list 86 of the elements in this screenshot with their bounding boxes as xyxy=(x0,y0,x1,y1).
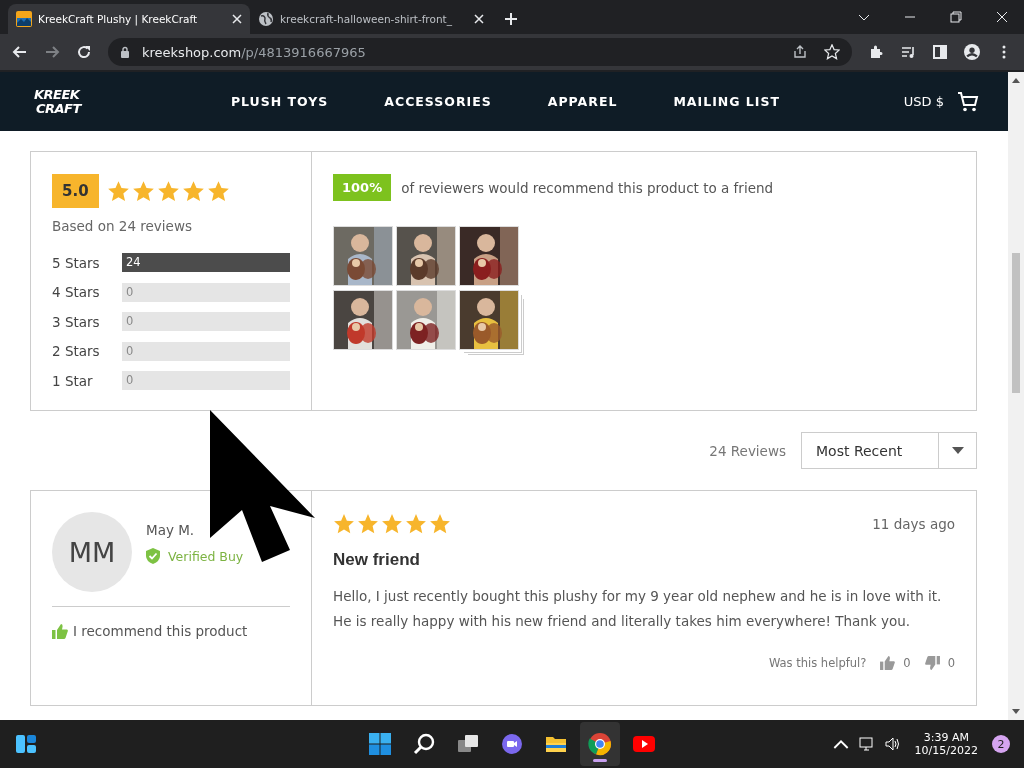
helpful-up-count: 0 xyxy=(903,656,911,670)
star-icon xyxy=(156,179,180,203)
rating-count: 24 xyxy=(126,255,141,270)
media-queue-icon[interactable] xyxy=(900,44,916,60)
browser-tab[interactable]: kreekcraft-halloween-shirt-front_ xyxy=(250,4,492,34)
nav-link[interactable]: PLUSH TOYS xyxy=(230,94,329,109)
url-path: /p/4813916667965 xyxy=(241,44,366,60)
currency-selector[interactable]: USD $ xyxy=(903,94,944,109)
notification-badge[interactable]: 2 xyxy=(992,735,1010,753)
scroll-down-icon[interactable] xyxy=(1012,709,1020,714)
profile-icon[interactable] xyxy=(964,44,980,60)
scrollbar[interactable] xyxy=(1008,72,1024,720)
browser-tab[interactable]: KreekCraft Plushy | KreekCraft xyxy=(8,4,250,34)
scroll-up-icon[interactable] xyxy=(1012,78,1020,83)
widgets-icon[interactable] xyxy=(14,732,38,756)
reload-icon[interactable] xyxy=(76,44,92,60)
thumbs-down-icon[interactable] xyxy=(924,656,940,670)
new-tab-icon[interactable] xyxy=(504,12,518,26)
helpful-down-count: 0 xyxy=(947,656,955,670)
helpful-label: Was this helpful? xyxy=(768,656,867,670)
nav-link[interactable]: MAILING LIST xyxy=(673,94,780,109)
star-icon xyxy=(106,179,130,203)
back-icon[interactable] xyxy=(12,44,28,60)
thumbs-up-icon[interactable] xyxy=(880,656,896,670)
logo-text[interactable]: CRAFT xyxy=(36,101,81,116)
nav-link[interactable]: APPAREL xyxy=(547,94,618,109)
close-tab-icon[interactable] xyxy=(474,14,484,24)
star-icon xyxy=(381,513,403,535)
chrome-icon[interactable] xyxy=(588,732,612,756)
share-icon[interactable] xyxy=(792,44,808,60)
clock-date[interactable]: 10/15/2022 xyxy=(914,744,978,757)
rating-count: 0 xyxy=(126,373,134,388)
review-count-text: Based on 24 reviews xyxy=(52,218,193,234)
cart-icon[interactable] xyxy=(956,89,980,114)
address-bar[interactable]: kreekshop.com/p/4813916667965 xyxy=(108,38,852,66)
clock-time[interactable]: 3:39 AM xyxy=(923,731,969,744)
recommend-label: I recommend this product xyxy=(73,623,248,639)
recommend-percent: 100% xyxy=(333,174,392,201)
rating-count: 0 xyxy=(126,314,134,329)
site-favicon-icon xyxy=(16,11,32,27)
logo-text[interactable]: KREEK xyxy=(34,87,81,102)
volume-icon[interactable] xyxy=(884,736,901,752)
star-level-label: 2 Stars xyxy=(52,343,101,360)
verified-shield-icon xyxy=(146,548,160,564)
network-icon[interactable] xyxy=(858,736,875,752)
caret-icon xyxy=(951,447,964,454)
star-level-label: 1 Star xyxy=(52,372,94,389)
url-host: kreekshop.com xyxy=(142,44,242,60)
recommend-text: of reviewers would recommend this product to a friend xyxy=(401,179,774,196)
star-icon xyxy=(357,513,379,535)
star-icon xyxy=(181,179,205,203)
search-icon[interactable] xyxy=(412,732,436,756)
star-level-label: 4 Stars xyxy=(52,284,101,301)
nav-link[interactable]: ACCESSORIES xyxy=(384,94,492,109)
review-title: New friend xyxy=(333,550,421,570)
avatar-initials: MM xyxy=(52,512,132,592)
star-icon xyxy=(131,179,155,203)
puzzle-icon[interactable] xyxy=(868,44,884,60)
forward-icon[interactable] xyxy=(44,44,60,60)
rating-count: 0 xyxy=(126,343,134,358)
star-icon xyxy=(405,513,427,535)
lock-icon xyxy=(120,46,130,58)
rating-count: 0 xyxy=(126,284,134,299)
close-tab-icon[interactable] xyxy=(232,14,242,24)
review-date: 11 days ago xyxy=(872,516,955,532)
reviewer-name: May M. xyxy=(146,522,196,538)
scroll-thumb[interactable] xyxy=(1012,253,1020,393)
restore-icon[interactable] xyxy=(950,11,962,23)
star-level-label: 5 Stars xyxy=(52,254,101,271)
chat-icon[interactable] xyxy=(500,732,524,756)
thumbs-up-icon xyxy=(52,623,68,639)
globe-icon xyxy=(258,11,274,27)
reviews-count: 24 Reviews xyxy=(709,442,786,459)
star-icon xyxy=(333,513,355,535)
rating-score: 5.0 xyxy=(52,174,99,208)
start-icon[interactable] xyxy=(368,732,392,756)
review-body: Hello, I just recently bought this plushy for my 9 year old nephew and he is in love with it. He is really happy with his new friend and literally takes him everywhere! Thank you. xyxy=(333,587,943,631)
rating-bar-track[interactable]: 24 xyxy=(122,253,290,273)
star-level-label: 3 Stars xyxy=(52,313,101,330)
sort-dropdown[interactable]: Most Recent xyxy=(801,432,977,469)
star-icon xyxy=(429,513,451,535)
verified-buyer-label: Verified Buy xyxy=(168,548,244,564)
star-icon xyxy=(206,179,230,203)
side-panel-icon[interactable] xyxy=(932,44,948,60)
close-icon[interactable] xyxy=(996,11,1008,23)
star-outline-icon[interactable] xyxy=(824,44,840,60)
